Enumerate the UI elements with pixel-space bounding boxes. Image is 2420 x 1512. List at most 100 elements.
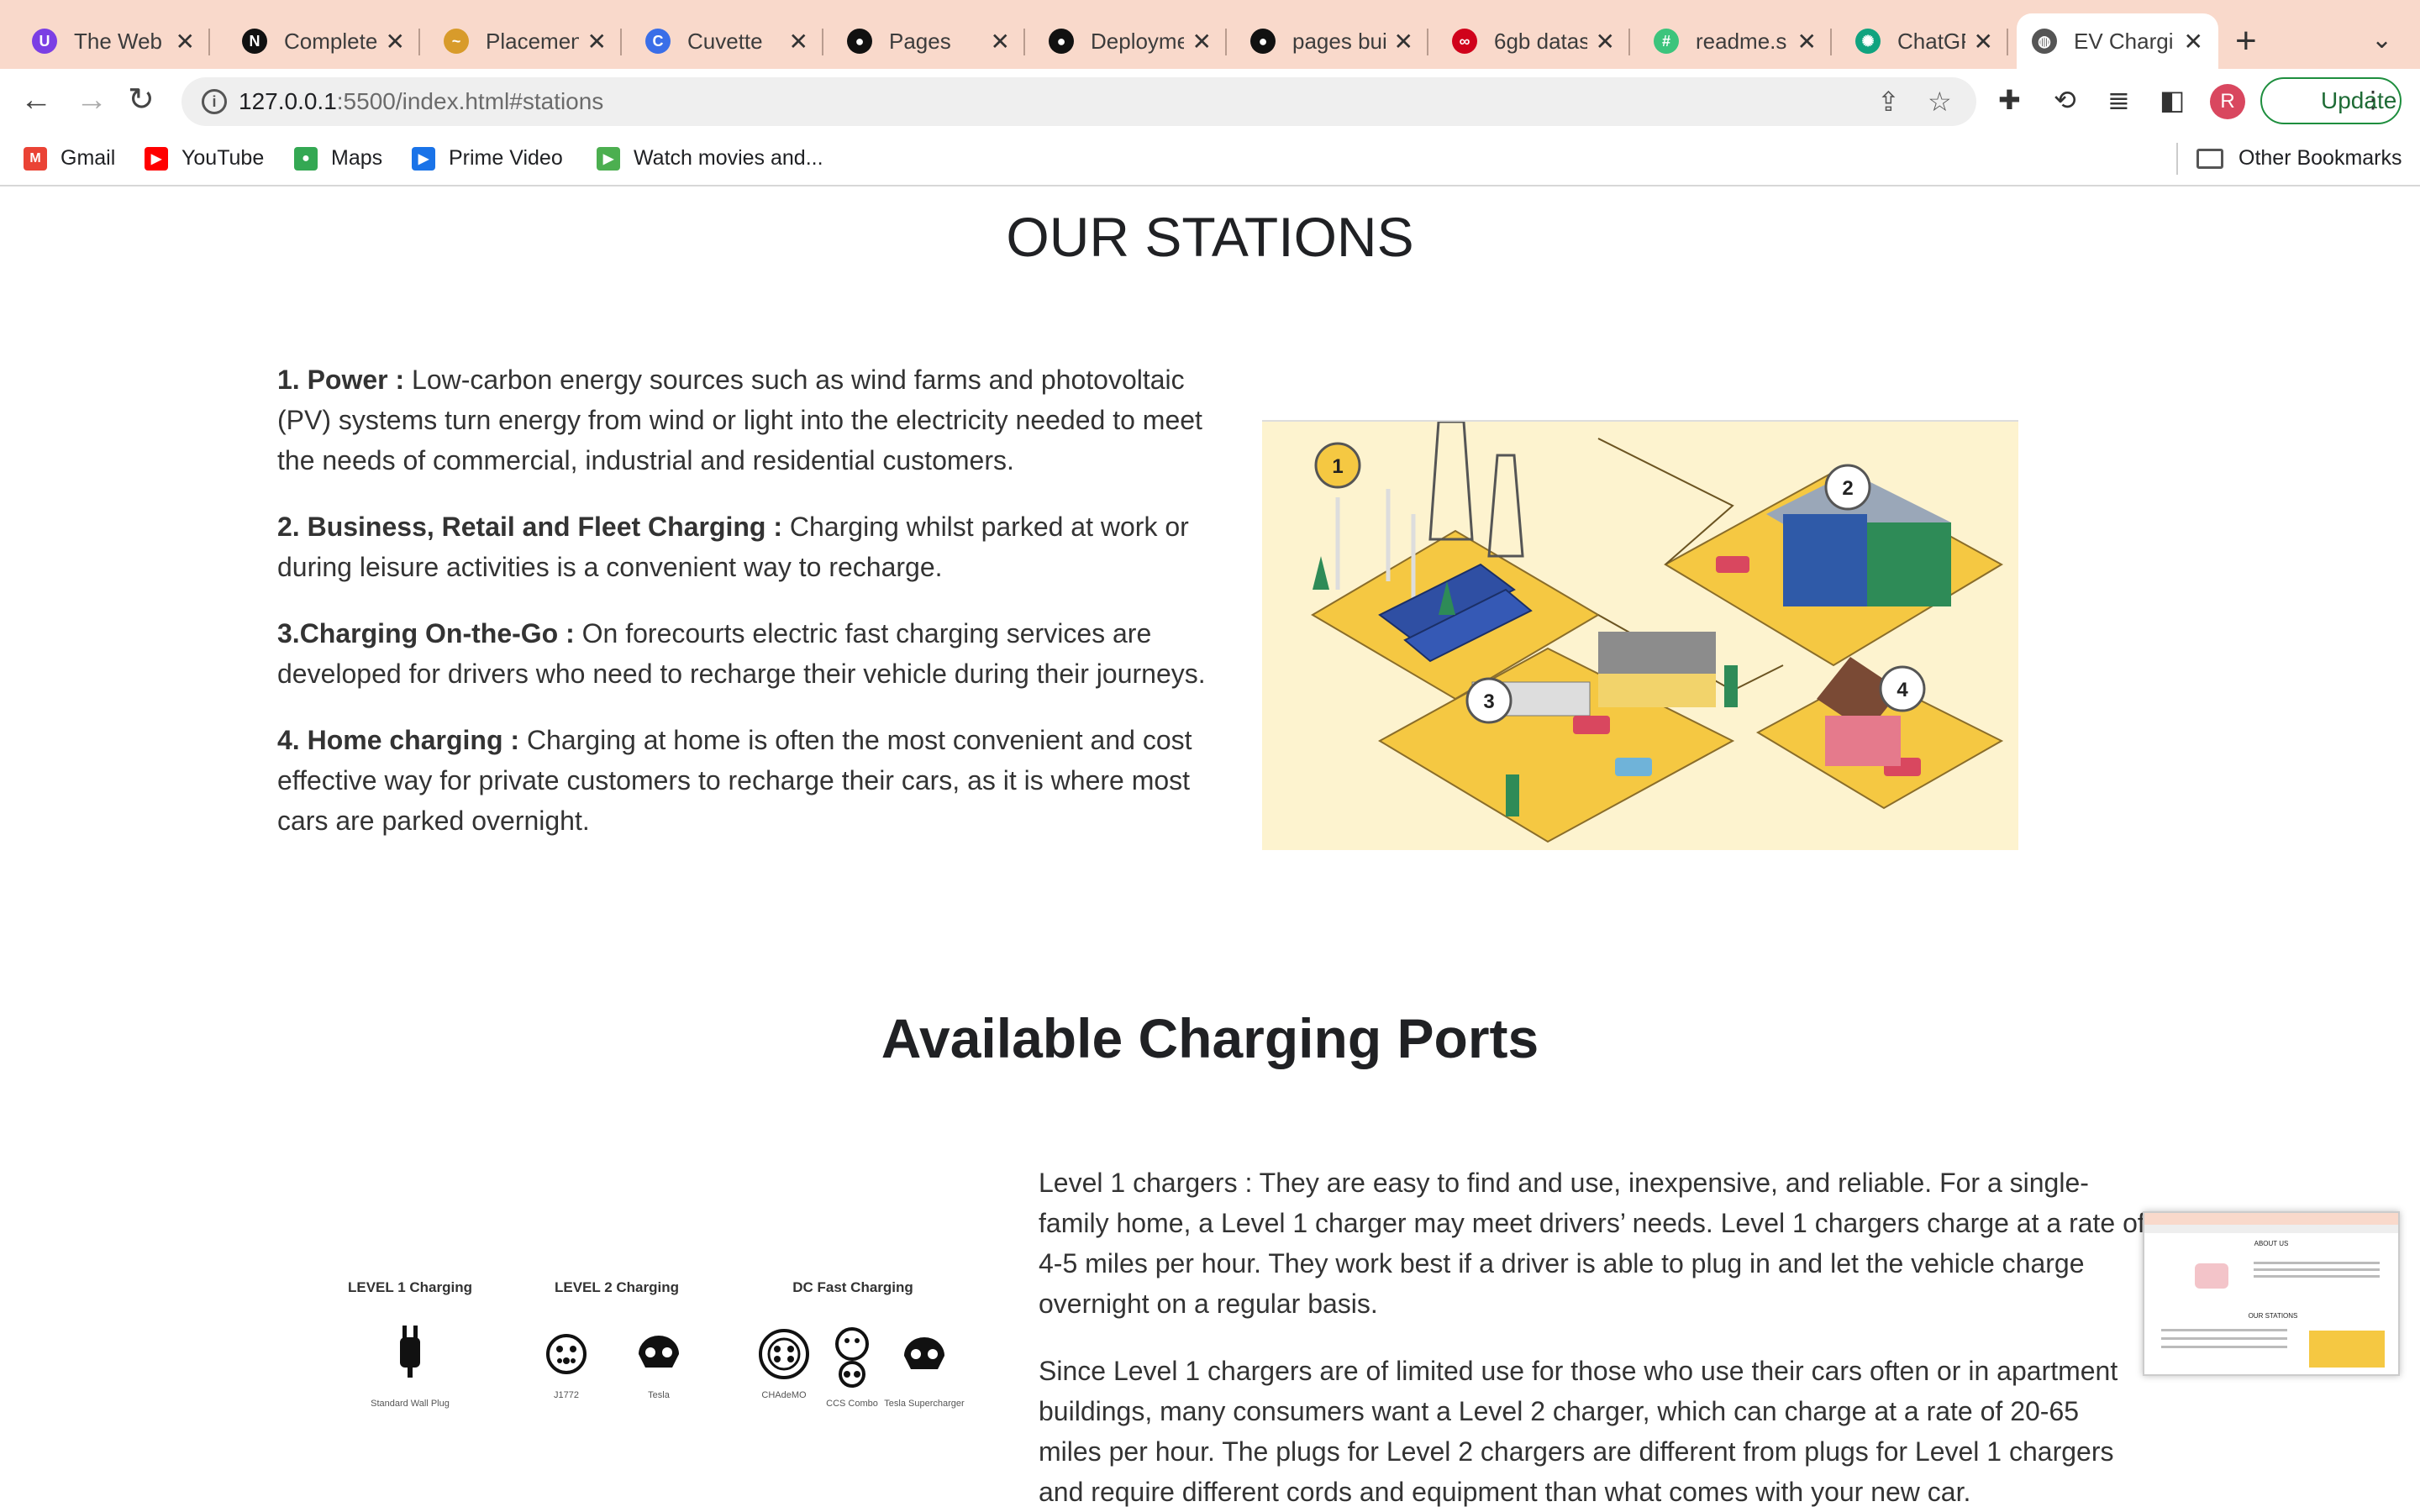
- bookmark-0[interactable]: M Gmail: [24, 146, 115, 171]
- charging-ports-diagram: LEVEL 1 Charging LEVEL 2 Charging DC Fas…: [328, 1270, 983, 1446]
- tab-close-icon[interactable]: ✕: [789, 28, 808, 55]
- bookmark-4[interactable]: ▶ Watch movies and...: [597, 146, 823, 171]
- diagram-group-level1: LEVEL 1 Charging: [348, 1279, 472, 1295]
- tab-title: EV Chargi: [2074, 28, 2174, 54]
- media-queue-icon[interactable]: ≣: [2107, 84, 2130, 116]
- extension-icon[interactable]: ⟲: [2054, 84, 2076, 116]
- bookmarks-divider: [2176, 143, 2178, 175]
- site-info-icon[interactable]: i: [202, 89, 227, 114]
- tab-favicon-icon: ~: [444, 29, 469, 54]
- tab-favicon-icon: C: [645, 29, 671, 54]
- tab-title: readme.s: [1696, 28, 1787, 54]
- tab-10[interactable]: ◍ EV Chargi ✕: [2017, 13, 2218, 69]
- tab-title: 6gb datas: [1494, 28, 1587, 54]
- stations-heading: OUR STATIONS: [1006, 206, 1414, 268]
- tab-close-icon[interactable]: ✕: [1596, 28, 1615, 55]
- bookmark-label: Prime Video: [449, 146, 563, 170]
- bookmark-favicon-icon: ▶: [412, 146, 435, 171]
- tab-3[interactable]: C Cuvette ✕: [630, 13, 823, 69]
- tab-1[interactable]: N Complete ✕: [227, 13, 420, 69]
- other-bookmarks-label: Other Bookmarks: [2238, 146, 2402, 170]
- ports-heading: Available Charging Ports: [881, 1007, 1539, 1069]
- forward-button-icon[interactable]: →: [76, 81, 108, 119]
- other-bookmarks[interactable]: Other Bookmarks: [2196, 146, 2402, 171]
- station-item-title: 4. Home charging :: [277, 725, 520, 755]
- tab-title: pages bui: [1292, 28, 1386, 54]
- station-item-2: 2. Business, Retail and Fleet Charging :…: [277, 507, 1218, 587]
- tab-title: Placemen: [486, 28, 579, 54]
- tab-2[interactable]: ~ Placemen ✕: [429, 13, 622, 69]
- tab-search-chevron-icon[interactable]: ⌄: [2371, 25, 2392, 55]
- chademo-icon: [759, 1329, 809, 1379]
- tab-close-icon[interactable]: ✕: [1192, 28, 1212, 55]
- tab-strip: U The Web ✕ N Complete ✕ ~ Placemen ✕ C Cuvette ✕ ● P…: [0, 0, 2420, 69]
- station-item-1: 1. Power : Low-carbon energy sources suc…: [277, 360, 1218, 480]
- menu-dots-icon[interactable]: ⋮: [2361, 86, 2385, 113]
- reload-button-icon[interactable]: ↻: [128, 81, 155, 119]
- thumbnail-heading-stations: OUR STATIONS: [2248, 1312, 2298, 1320]
- profile-avatar[interactable]: R: [2210, 84, 2245, 119]
- tab-9[interactable]: ✺ ChatGPT ✕: [1840, 13, 2008, 69]
- station-item-4: 4. Home charging : Charging at home is o…: [277, 720, 1218, 841]
- bookmark-label: Watch movies and...: [634, 146, 823, 170]
- marker-1: 1: [1314, 442, 1361, 489]
- plug-label-chademo: CHAdeMO: [761, 1390, 807, 1400]
- tab-close-icon[interactable]: ✕: [991, 28, 1010, 55]
- browser-toolbar: ← → ↻ i 127.0.0.1:5500/index.html#statio…: [0, 69, 2420, 133]
- side-panel-icon[interactable]: ◧: [2160, 84, 2185, 116]
- tab-close-icon[interactable]: ✕: [1797, 28, 1817, 55]
- tab-favicon-icon: ●: [847, 29, 872, 54]
- bookmark-label: Maps: [331, 146, 383, 170]
- diagram-group-dcfast: DC Fast Charging: [792, 1279, 913, 1295]
- tesla-supercharger-icon: [904, 1337, 944, 1369]
- charging-plugs-illustration: LEVEL 1 Charging LEVEL 2 Charging DC Fas…: [348, 1279, 965, 1409]
- bookmark-3[interactable]: ▶ Prime Video: [412, 146, 563, 171]
- tab-close-icon[interactable]: ✕: [2184, 28, 2203, 55]
- plug-label-j1772: J1772: [554, 1390, 579, 1400]
- tab-close-icon[interactable]: ✕: [587, 28, 607, 55]
- tab-close-icon[interactable]: ✕: [1394, 28, 1413, 55]
- tab-0[interactable]: U The Web ✕: [17, 13, 210, 69]
- tab-7[interactable]: ∞ 6gb datas ✕: [1437, 13, 1630, 69]
- wall-plug-icon: [400, 1326, 420, 1378]
- ports-paragraph-1: Level 1 chargers : They are easy to find…: [1039, 1168, 2145, 1319]
- bookmark-favicon-icon: ▶: [597, 146, 620, 171]
- station-item-text: Low-carbon energy sources such as wind f…: [277, 365, 1202, 475]
- tab-preview-thumbnail[interactable]: ABOUT US OUR STATIONS: [2143, 1211, 2400, 1376]
- bookmark-1[interactable]: ▶ YouTube: [145, 146, 264, 171]
- tab-favicon-icon: #: [1654, 29, 1679, 54]
- marker-2: 2: [1824, 464, 1871, 511]
- tab-close-icon[interactable]: ✕: [386, 28, 405, 55]
- tab-title: ChatGPT: [1897, 28, 1965, 54]
- tab-8[interactable]: # readme.s ✕: [1639, 13, 1832, 69]
- tab-4[interactable]: ● Pages ✕: [832, 13, 1025, 69]
- tab-favicon-icon: ∞: [1452, 29, 1477, 54]
- ports-paragraph-2: Since Level 1 chargers are of limited us…: [1039, 1356, 2118, 1507]
- plug-label-wall: Standard Wall Plug: [371, 1399, 450, 1409]
- thumbnail-heading-about: ABOUT US: [2254, 1240, 2289, 1247]
- new-tab-button-icon[interactable]: +: [2235, 20, 2257, 62]
- extensions-puzzle-icon[interactable]: ✚: [1998, 84, 2021, 116]
- bookmark-label: Gmail: [60, 146, 116, 170]
- ccs-combo-icon: [835, 1327, 869, 1388]
- tab-close-icon[interactable]: ✕: [1974, 28, 1993, 55]
- plug-label-ccs: CCS Combo: [826, 1399, 878, 1409]
- tab-title: Complete: [284, 28, 377, 54]
- j1772-icon: [546, 1334, 587, 1374]
- tab-favicon-icon: ✺: [1855, 29, 1881, 54]
- plug-label-tesla-supercharger: Tesla Supercharger: [884, 1399, 965, 1409]
- bookmark-star-icon[interactable]: ☆: [1928, 86, 1952, 118]
- station-item-title: 2. Business, Retail and Fleet Charging :: [277, 512, 783, 542]
- svg-text:4: 4: [1897, 679, 1908, 701]
- back-button-icon[interactable]: ←: [20, 81, 52, 119]
- tab-close-icon[interactable]: ✕: [176, 28, 195, 55]
- bookmark-2[interactable]: ● Maps: [294, 146, 382, 171]
- tab-5[interactable]: ● Deployme ✕: [1034, 13, 1227, 69]
- address-bar[interactable]: i 127.0.0.1:5500/index.html#stations ⇪ ☆: [182, 77, 1976, 126]
- tab-6[interactable]: ● pages bui ✕: [1235, 13, 1428, 69]
- bookmark-label: YouTube: [182, 146, 265, 170]
- page-content: OUR STATIONS 1. Power : Low-carbon energ…: [0, 186, 2420, 1512]
- stations-list: 1. Power : Low-carbon energy sources suc…: [277, 360, 1218, 867]
- update-button[interactable]: Update ⋮: [2260, 77, 2402, 124]
- share-icon[interactable]: ⇪: [1877, 86, 1900, 118]
